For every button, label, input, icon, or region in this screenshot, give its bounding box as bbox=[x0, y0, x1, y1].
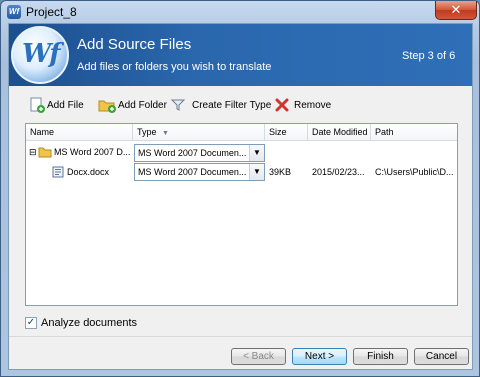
chevron-down-icon[interactable]: ▼ bbox=[249, 164, 264, 180]
remove-button[interactable]: Remove bbox=[274, 96, 331, 114]
remove-label: Remove bbox=[294, 99, 332, 111]
toolbar: Add File Add Folder Create Filter Type R… bbox=[29, 96, 459, 114]
step-indicator: Step 3 of 6 bbox=[402, 50, 456, 62]
add-folder-button[interactable]: Add Folder bbox=[98, 96, 167, 114]
chevron-down-icon[interactable]: ▼ bbox=[249, 145, 264, 161]
page-subtitle: Add files or folders you wish to transla… bbox=[77, 61, 272, 73]
create-filter-button[interactable]: Create Filter Type bbox=[170, 96, 271, 114]
column-header-date-modified[interactable]: Date Modified bbox=[308, 124, 371, 141]
analyze-documents-label: Analyze documents bbox=[41, 317, 137, 329]
column-header-path[interactable]: Path bbox=[371, 124, 457, 141]
row-size: 39KB bbox=[269, 167, 292, 177]
title-bar: Wf Project_8 ✕ bbox=[1, 1, 479, 23]
wizard-window: Wf Project_8 ✕ Wf Add Source Files Add f… bbox=[0, 0, 480, 377]
filter-icon bbox=[170, 99, 186, 111]
finish-button[interactable]: Finish bbox=[353, 348, 408, 365]
next-button[interactable]: Next > bbox=[292, 348, 347, 365]
type-select[interactable]: MS Word 2007 Documen... ▼ bbox=[134, 163, 265, 181]
collapse-toggle-icon[interactable]: ⊟ bbox=[29, 143, 38, 162]
logo-icon: Wf bbox=[11, 26, 69, 84]
add-folder-label: Add Folder bbox=[118, 99, 167, 111]
app-icon: Wf bbox=[7, 5, 21, 19]
wizard-header: Wf Add Source Files Add files or folders… bbox=[9, 24, 472, 86]
column-header-type[interactable]: Type ▼ bbox=[133, 124, 265, 141]
row-date-modified: 2015/02/23... bbox=[312, 167, 365, 177]
add-file-icon bbox=[30, 97, 45, 113]
analyze-documents-option[interactable]: ✓ Analyze documents bbox=[25, 316, 137, 330]
footer-divider bbox=[9, 336, 472, 337]
source-files-grid[interactable]: Name Type ▼ Size Date Modified Path ⊟ MS… bbox=[25, 123, 458, 306]
grid-header: Name Type ▼ Size Date Modified Path bbox=[26, 124, 457, 141]
row-name: Docx.docx bbox=[67, 167, 110, 177]
analyze-documents-checkbox[interactable]: ✓ bbox=[25, 317, 37, 329]
table-row[interactable]: ⊟ MS Word 2007 D... MS Word 2007 Documen… bbox=[26, 143, 457, 162]
sort-arrow-icon: ▼ bbox=[162, 130, 169, 137]
column-header-name[interactable]: Name bbox=[26, 124, 133, 141]
folder-icon bbox=[38, 147, 52, 158]
column-header-size[interactable]: Size bbox=[265, 124, 308, 141]
close-button[interactable]: ✕ bbox=[435, 1, 477, 20]
cancel-button[interactable]: Cancel bbox=[414, 348, 469, 365]
window-title: Project_8 bbox=[26, 5, 77, 19]
wizard-body: Wf Add Source Files Add files or folders… bbox=[8, 23, 473, 370]
remove-x-icon bbox=[275, 98, 289, 112]
type-select[interactable]: MS Word 2007 Documen... ▼ bbox=[134, 144, 265, 162]
row-name: MS Word 2007 D... bbox=[54, 147, 131, 157]
back-button[interactable]: < Back bbox=[231, 348, 286, 365]
add-folder-icon bbox=[98, 100, 116, 113]
add-file-label: Add File bbox=[47, 99, 84, 111]
table-row[interactable]: Docx.docx MS Word 2007 Documen... ▼ 39KB… bbox=[26, 163, 457, 182]
page-title: Add Source Files bbox=[77, 36, 192, 53]
row-path: C:\Users\Public\D... bbox=[375, 167, 454, 177]
create-filter-label: Create Filter Type bbox=[192, 99, 272, 111]
add-file-button[interactable]: Add File bbox=[29, 96, 84, 114]
document-icon bbox=[52, 166, 64, 178]
